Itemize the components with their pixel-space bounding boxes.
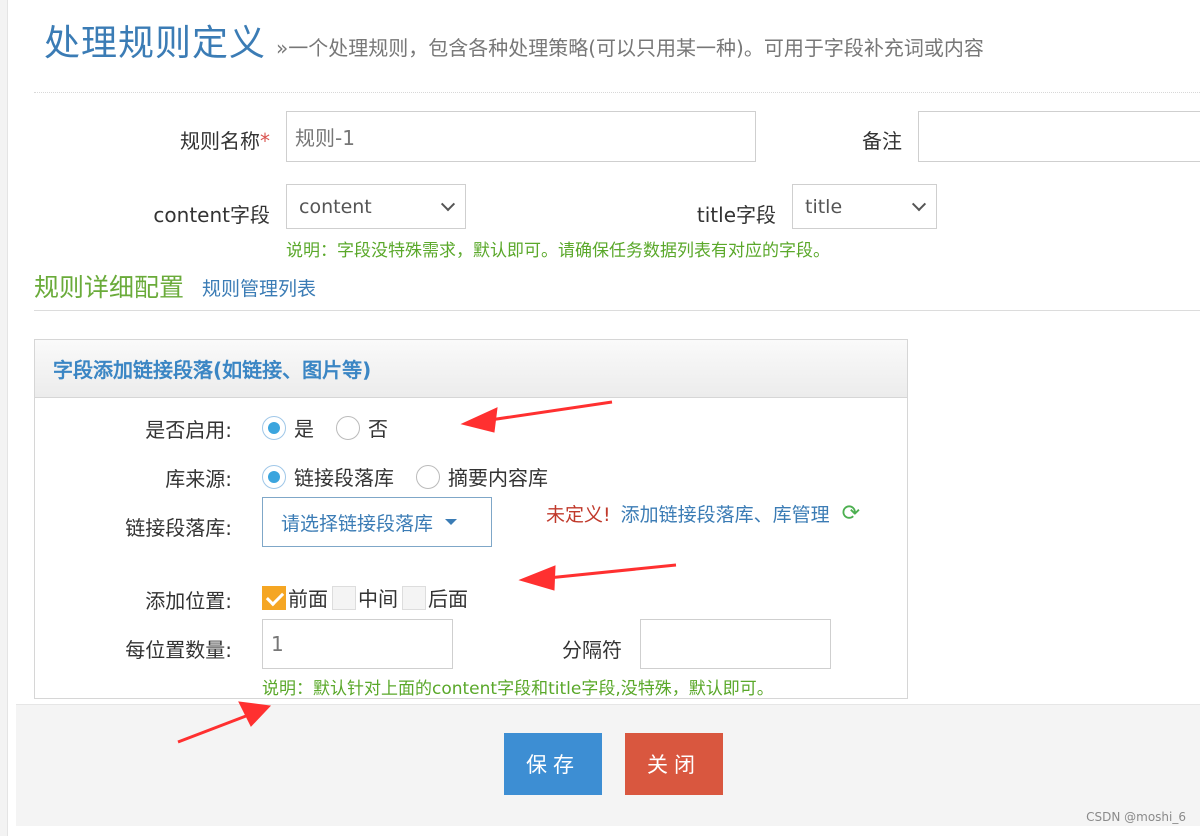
arrow-annotation (460, 407, 498, 433)
arrow-annotation (238, 701, 272, 727)
annotation-arrows (177, 400, 677, 744)
arrow-annotation (489, 400, 613, 422)
arrow-annotation (547, 563, 677, 580)
arrow-annotation (177, 714, 247, 744)
arrow-annotation (518, 565, 556, 591)
